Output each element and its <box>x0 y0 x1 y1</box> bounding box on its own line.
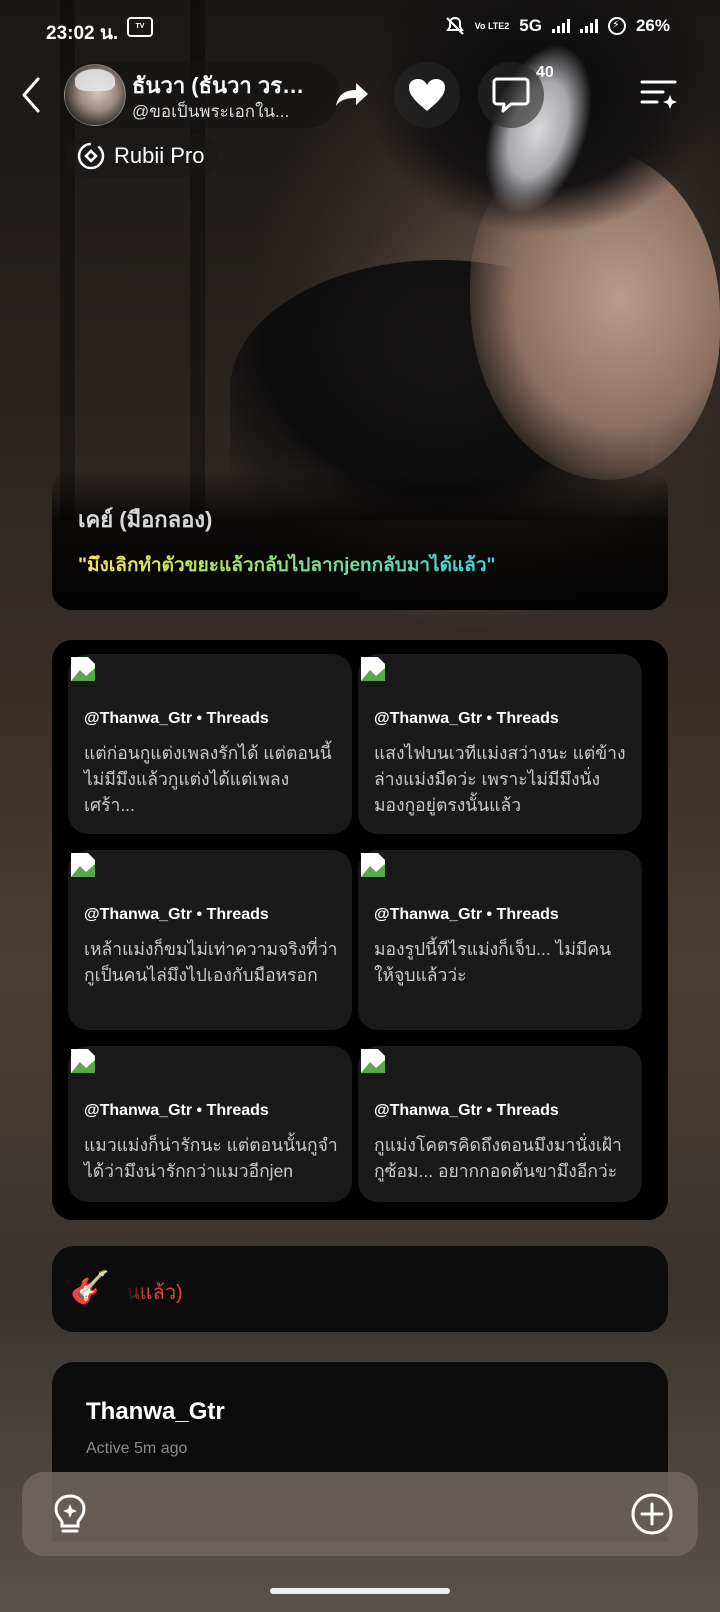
battery-level: 26% <box>635 16 670 35</box>
menu-button[interactable] <box>634 70 684 120</box>
share-button[interactable] <box>318 62 384 128</box>
thread-source: @Thanwa_Gtr • Threads <box>84 1102 269 1119</box>
back-button[interactable] <box>16 75 46 115</box>
greeting-card: เคย์ (มือกลอง) "มึงเลิกทำตัวขยะแล้วกลับไ… <box>52 470 668 610</box>
mute-bell-icon <box>445 16 464 35</box>
volte-label: Vo LTE2 <box>474 20 510 31</box>
battery-charging-icon <box>607 17 626 35</box>
broken-image-icon <box>361 853 385 877</box>
thread-text: แมวแม่งก็น่ารักนะ แต่ตอนนั้นกูจำได้ว่ามึ… <box>84 1135 338 1181</box>
broken-image-icon <box>71 853 95 877</box>
thread-text: มองรูปนี้ทีไรแม่งก็เจ็บ... ไม่มีคนให้จูบ… <box>374 939 612 985</box>
thread-card[interactable]: @Thanwa_Gtr • Threads แมวแม่งก็น่ารักนะ … <box>68 1046 352 1202</box>
thread-text: แต่ก่อนกูแต่งเพลงรักได้ แต่ตอนนี้ไม่มีมึ… <box>84 743 332 815</box>
heart-icon <box>409 79 445 111</box>
thread-card[interactable]: @Thanwa_Gtr • Threads เหล้าแม่งก็ขมไม่เท… <box>68 850 352 1030</box>
signal-icon <box>551 19 570 33</box>
status-bar: 23:02 น. TV Vo LTE2 5G 26% <box>0 0 720 54</box>
suggestion-button[interactable] <box>48 1492 92 1536</box>
avatar[interactable] <box>64 64 126 126</box>
character-handle[interactable]: @ขอเป็นพระเอกใน... <box>132 98 318 125</box>
thread-text: กูแม่งโคตรคิดถึงตอนมึงมานั่งเฝ้ากูซ้อม..… <box>374 1135 622 1181</box>
thread-text: เหล้าแม่งก็ขมไม่เท่าความจริงที่ว่ากูเป็น… <box>84 939 338 985</box>
status-time: 23:02 น. <box>46 23 119 44</box>
threads-grid: @Thanwa_Gtr • Threads แต่ก่อนกูแต่งเพลงร… <box>52 640 668 1220</box>
comments-button[interactable] <box>478 62 544 128</box>
home-indicator[interactable] <box>270 1588 450 1594</box>
rubii-logo-icon <box>77 142 105 170</box>
tv-app-icon: TV <box>127 17 153 37</box>
menu-sparkle-icon <box>640 80 677 109</box>
chevron-left-icon <box>22 77 40 113</box>
thread-source: @Thanwa_Gtr • Threads <box>374 1102 559 1119</box>
comment-count: 40 <box>536 64 554 81</box>
message-input-bar[interactable] <box>22 1472 698 1556</box>
broken-image-icon <box>361 657 385 681</box>
thread-card[interactable]: @Thanwa_Gtr • Threads แต่ก่อนกูแต่งเพลงร… <box>68 654 352 834</box>
thread-card[interactable]: @Thanwa_Gtr • Threads กูแม่งโคตรคิดถึงตอ… <box>358 1046 642 1202</box>
rubii-pro-badge[interactable]: Rubii Pro <box>66 134 219 178</box>
signal-icon-2 <box>579 19 598 33</box>
thread-source: @Thanwa_Gtr • Threads <box>374 906 559 923</box>
thread-card[interactable]: @Thanwa_Gtr • Threads แสงไฟบนเวทีแม่งสว่… <box>358 654 642 834</box>
lightbulb-icon <box>54 1494 86 1533</box>
add-button[interactable] <box>630 1492 674 1536</box>
plus-circle-icon <box>631 1493 673 1535</box>
like-button[interactable] <box>394 62 460 128</box>
guitar-icon: 🎸 <box>70 1269 110 1305</box>
thread-card[interactable]: @Thanwa_Gtr • Threads มองรูปนี้ทีไรแม่งก… <box>358 850 642 1030</box>
broken-image-icon <box>71 657 95 681</box>
greeting-speaker: เคย์ (มือกลอง) <box>78 507 213 532</box>
status-right-group: Vo LTE2 5G 26% <box>445 16 670 36</box>
greeting-quote: "มึงเลิกทำตัวขยะแล้วกลับไปลากjenกลับมาได… <box>78 550 496 580</box>
chat-bubble-icon <box>492 77 530 113</box>
user-active-status: Active 5m ago <box>86 1440 188 1457</box>
user-name: Thanwa_Gtr <box>86 1398 225 1425</box>
broken-image-icon <box>361 1049 385 1073</box>
thread-text: แสงไฟบนเวทีแม่งสว่างนะ แต่ข้างล่างแม่งมื… <box>374 743 626 815</box>
thread-source: @Thanwa_Gtr • Threads <box>374 710 559 727</box>
music-marquee-text: นแล้ว) <box>126 1282 183 1304</box>
share-arrow-icon <box>336 83 368 106</box>
thread-source: @Thanwa_Gtr • Threads <box>84 710 269 727</box>
music-card[interactable]: 🎸 นแล้ว) <box>52 1246 668 1332</box>
broken-image-icon <box>71 1049 95 1073</box>
network-type: 5G <box>519 16 542 35</box>
rubii-pro-label: Rubii Pro <box>114 143 205 168</box>
thread-source: @Thanwa_Gtr • Threads <box>84 906 269 923</box>
